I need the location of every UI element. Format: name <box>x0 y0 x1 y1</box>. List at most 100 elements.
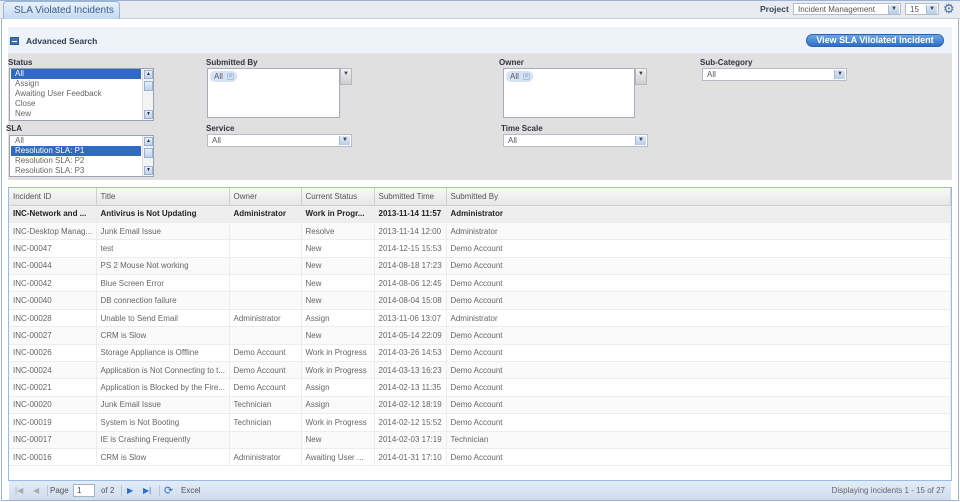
excel-button[interactable]: Excel <box>181 486 201 495</box>
table-cell: 2014-08-06 12:45 <box>374 274 447 293</box>
table-row[interactable]: INC-Network and ... Antivirus is Not Upda… <box>9 205 951 223</box>
table-cell: Demo Account <box>446 413 951 432</box>
table-row[interactable]: INC-00019 System is Not Booting Technician… <box>9 413 951 432</box>
table-cell <box>229 257 302 276</box>
chip-label: All <box>510 72 519 81</box>
prev-page-icon[interactable]: ◀ <box>33 486 39 495</box>
table-row[interactable]: INC-00020 Junk Email Issue Technician Assig… <box>9 396 951 415</box>
sla-option[interactable]: Resolution SLA: P3 <box>10 166 140 176</box>
close-icon[interactable]: × <box>522 73 530 80</box>
table-cell: 2014-02-13 11:35 <box>374 378 447 397</box>
table-row[interactable]: INC-00028 Unable to Send Email Administrat… <box>9 309 951 328</box>
page-count: of 2 <box>101 486 115 495</box>
table-row[interactable]: INC-00026 Storage Appliance is Offline Dem… <box>9 344 951 363</box>
advanced-search-title[interactable]: Advanced Search <box>26 36 97 46</box>
page-size-select[interactable]: 15 ▼ <box>905 3 939 15</box>
sla-option[interactable]: Resolution SLA: P2 <box>10 156 140 166</box>
status-option[interactable]: Close <box>10 99 140 109</box>
gear-icon[interactable]: ⚙ <box>943 2 955 15</box>
chevron-down-icon: ▼ <box>635 136 646 145</box>
column-header[interactable]: Current Status <box>301 188 375 206</box>
scrollbar[interactable]: ▲ ▼ <box>142 69 153 120</box>
chevron-down-icon[interactable]: ▼ <box>340 68 352 85</box>
next-page-icon[interactable]: ▶ <box>127 486 133 495</box>
time-scale-select[interactable]: All ▼ <box>503 134 648 147</box>
column-header[interactable]: Submitted By <box>446 188 951 206</box>
table-cell: INC-00016 <box>9 448 97 467</box>
chevron-down-icon[interactable]: ▼ <box>635 68 647 85</box>
table-cell: 2014-02-03 17:19 <box>374 431 447 449</box>
table-cell: Work in Progress <box>301 361 375 380</box>
chevron-down-icon: ▼ <box>926 5 937 14</box>
status-option[interactable]: Assign <box>10 79 140 89</box>
table-cell: Technician <box>229 413 302 432</box>
time-scale-label: Time Scale <box>501 124 543 133</box>
column-header[interactable]: Title <box>96 188 230 206</box>
service-select[interactable]: All ▼ <box>207 134 352 147</box>
table-cell: INC-00027 <box>9 326 97 345</box>
page-input[interactable] <box>73 484 95 497</box>
sla-option[interactable]: Resolution SLA: P1 <box>11 146 141 156</box>
table-row[interactable]: INC-00042 Blue Screen Error New 2014-08-06 … <box>9 274 951 293</box>
table-cell: 2014-08-04 15:08 <box>374 291 447 310</box>
table-cell: Work in Progr... <box>301 205 375 223</box>
table-cell: Administrator <box>446 205 951 223</box>
table-cell: Application is Not Connecting to t... <box>96 361 230 380</box>
table-row[interactable]: INC-00027 CRM is Slow New 2014-05-14 22:09 D… <box>9 326 951 345</box>
status-option[interactable]: All <box>11 69 141 79</box>
table-cell: Assign <box>301 396 375 415</box>
scrollbar[interactable]: ▲ ▼ <box>142 136 153 176</box>
table-cell: Demo Account <box>446 326 951 345</box>
table-cell: Assign <box>301 378 375 397</box>
table-cell: INC-00021 <box>9 378 97 397</box>
sub-category-value: All <box>707 70 716 79</box>
column-header[interactable]: Submitted Time <box>374 188 447 206</box>
table-cell: New <box>301 326 375 345</box>
table-row[interactable]: INC-00016 CRM is Slow Administrator Awaitin… <box>9 448 951 467</box>
table-row[interactable]: INC-Desktop Manag... Junk Email Issue Reso… <box>9 222 951 241</box>
table-cell: test <box>96 239 230 258</box>
submitted-by-multiselect[interactable]: All × <box>207 68 340 118</box>
table-cell: New <box>301 274 375 293</box>
table-row[interactable]: INC-00047 test New 2014-12-15 15:53 Demo Acc… <box>9 239 951 258</box>
owner-chip: All × <box>506 71 533 82</box>
table-cell: Demo Account <box>229 378 302 397</box>
table-cell: INC-00042 <box>9 274 97 293</box>
status-option[interactable]: New <box>10 109 140 119</box>
first-page-icon[interactable]: |◀ <box>15 486 23 495</box>
status-label: Status <box>8 58 33 67</box>
project-select[interactable]: Incident Management ▼ <box>793 3 901 15</box>
collapse-icon[interactable] <box>10 37 19 45</box>
table-cell: INC-00024 <box>9 361 97 380</box>
table-row[interactable]: INC-00017 IE is Crashing Frequently New 201… <box>9 431 951 449</box>
owner-multiselect[interactable]: All × <box>503 68 635 118</box>
table-row[interactable]: INC-00024 Application is Not Connecting t… <box>9 361 951 380</box>
sub-category-select[interactable]: All ▼ <box>702 68 847 81</box>
table-cell: Demo Account <box>446 257 951 276</box>
table-cell: 2013-11-14 11:57 <box>374 205 447 223</box>
tab-sla-violated-incidents[interactable]: SLA Violated Incidents <box>3 1 120 19</box>
table-cell: Antivirus is Not Updating <box>96 205 230 223</box>
table-row[interactable]: INC-00021 Application is Blocked by the F… <box>9 378 951 397</box>
sla-listbox[interactable]: All Resolution SLA: P1 Resolution SLA: P… <box>9 135 154 177</box>
status-listbox[interactable]: All Assign Awaiting User Feedback Close … <box>9 68 154 121</box>
table-cell: Demo Account <box>446 361 951 380</box>
table-row[interactable]: INC-00040 DB connection failure New 2014-08… <box>9 291 951 310</box>
sla-option[interactable]: All <box>10 136 140 146</box>
table-row[interactable]: INC-00044 PS 2 Mouse Not working New 2014-0… <box>9 257 951 276</box>
status-option[interactable]: Awaiting User Feedback <box>10 89 140 99</box>
owner-label: Owner <box>499 58 524 67</box>
column-header[interactable]: Incident ID <box>9 188 97 206</box>
table-cell: Technician <box>229 396 302 415</box>
page-label: Page <box>50 486 69 495</box>
view-sla-violated-incident-button[interactable]: View SLA Vilolated Incident <box>806 34 944 47</box>
project-label: Project <box>760 4 789 14</box>
table-cell: INC-Network and ... <box>9 205 97 223</box>
close-icon[interactable]: × <box>226 73 234 80</box>
refresh-icon[interactable]: ⟳ <box>164 484 173 497</box>
table-cell: Work in Progress <box>301 413 375 432</box>
last-page-icon[interactable]: ▶| <box>143 486 151 495</box>
table-cell: CRM is Slow <box>96 448 230 467</box>
column-header[interactable]: Owner <box>229 188 302 206</box>
table-cell: Work in Progress <box>301 344 375 363</box>
